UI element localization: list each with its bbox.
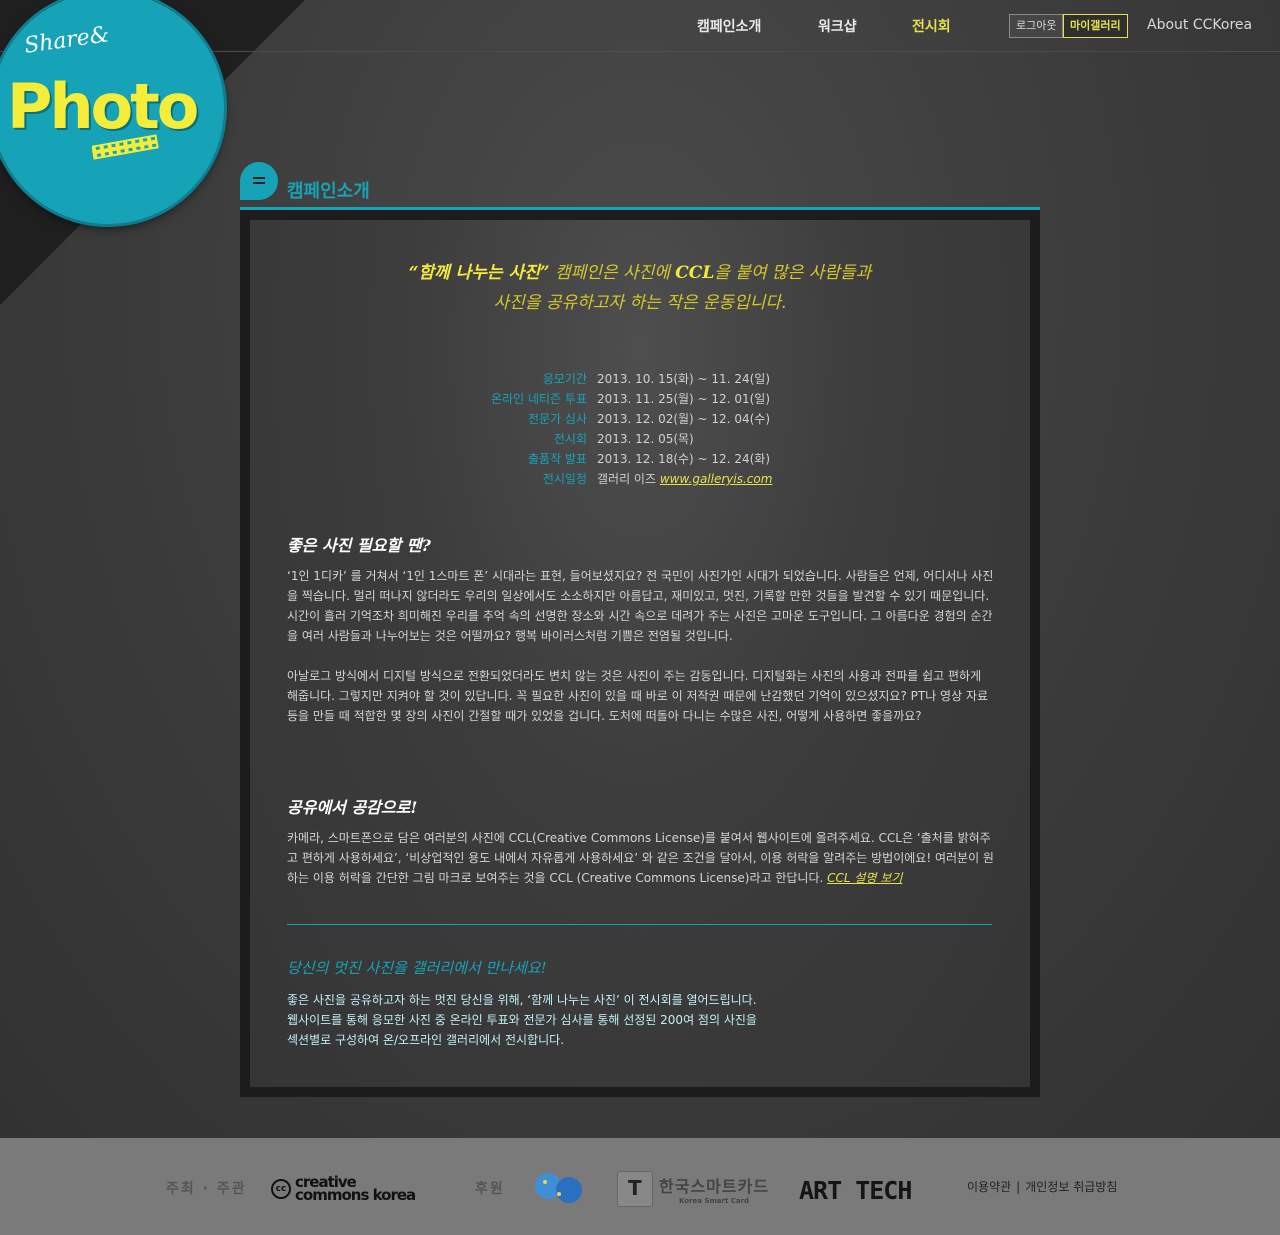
section3-line: 좋은 사진을 공유하고자 하는 멋진 당신을 위해, ‘함께 나누는 사진’ 이… — [287, 993, 757, 1007]
section-title: 캠페인소개 — [287, 181, 370, 202]
tmoney-name: 한국스마트카드 — [659, 1177, 770, 1196]
arttech-logo[interactable]: ART TECH — [799, 1176, 912, 1205]
section3-title: 당신의 멋진 사진을 갤러리에서 만나세요! — [287, 959, 547, 977]
schedule-row: 응모기간 2013. 10. 15(화) ~ 11. 24(일) — [250, 370, 1030, 390]
schedule-row: 전문가 심사 2013. 12. 02(월) ~ 12. 04(수) — [250, 410, 1030, 430]
schedule-label: 전시일정 — [542, 472, 587, 486]
schedule-value: 2013. 10. 15(화) ~ 11. 24(일) — [597, 372, 770, 386]
nav-campaign[interactable]: 캠페인소개 — [697, 16, 761, 36]
section3-line: 섹션별로 구성하여 온/오프라인 갤러리에서 전시합니다. — [287, 1033, 565, 1047]
seoul-sponsor-logo-icon[interactable] — [531, 1172, 586, 1204]
schedule-value: 2013. 12. 18(수) ~ 12. 24(화) — [597, 452, 770, 466]
schedule-value: 2013. 11. 25(월) ~ 12. 01(일) — [597, 392, 770, 406]
section2-title: 공유에서 공감으로! — [287, 798, 418, 817]
logo-share-text: Share& — [22, 22, 111, 59]
content-frame: “함께 나누는 사진” 캠페인은 사진에 CCL을 붙여 많은 사람들과 사진을… — [240, 210, 1040, 1097]
my-gallery-button[interactable]: 마이갤러리 — [1063, 14, 1128, 38]
content-divider — [287, 924, 992, 925]
section3-line: 웹사이트를 통해 응모한 사진 중 온라인 투표와 전문가 심사를 통해 선정된… — [287, 1013, 757, 1027]
film-strip-icon — [92, 134, 159, 160]
cc-icon: cc — [271, 1179, 291, 1199]
speech-bubble-icon — [240, 162, 278, 200]
schedule-value: 2013. 12. 02(월) ~ 12. 04(수) — [597, 412, 770, 426]
nav-workshop[interactable]: 워크샵 — [818, 16, 857, 36]
slogan-highlight: “함께 나누는 사진” — [408, 263, 550, 283]
footer-links: 이용약관 | 개인정보 취급방침 — [967, 1178, 1117, 1195]
cc-logo-line-2: commons korea — [295, 1186, 416, 1204]
schedule-info: 응모기간 2013. 10. 15(화) ~ 11. 24(일) 온라인 네티즌… — [250, 370, 1030, 490]
schedule-label: 전문가 심사 — [527, 412, 587, 426]
ccl-info-link[interactable]: CCL 설명 보기 — [827, 871, 902, 885]
schedule-row: 전시일정 갤러리 이즈 www.galleryis.com — [250, 470, 1030, 490]
schedule-row: 온라인 네티즌 투표 2013. 11. 25(월) ~ 12. 01(일) — [250, 390, 1030, 410]
host-label: 주최 · 주관 — [166, 1181, 247, 1197]
schedule-label: 전시회 — [553, 432, 587, 446]
section1-paragraph-2: 아날로그 방식에서 디지털 방식으로 전환되었더라도 변치 않는 것은 사진이 … — [287, 669, 989, 723]
creative-commons-korea-logo[interactable]: cc creative commons korea — [271, 1175, 416, 1204]
link-separator: | — [1016, 1180, 1021, 1194]
tmoney-subtitle: Korea Smart Card — [678, 1197, 750, 1205]
schedule-row: 출품작 발표 2013. 12. 18(수) ~ 12. 24(화) — [250, 450, 1030, 470]
section1-title: 좋은 사진 필요할 땐? — [287, 536, 431, 555]
schedule-value: 2013. 12. 05(목) — [597, 432, 694, 446]
nav-exhibition[interactable]: 전시회 — [912, 16, 951, 36]
schedule-value: 갤러리 이즈 www.galleryis.com — [597, 470, 772, 487]
section2-paragraph: 카메라, 스마트폰으로 담은 여러분의 사진에 CCL(Creative Com… — [287, 828, 995, 888]
privacy-link[interactable]: 개인정보 취급방침 — [1025, 1180, 1117, 1194]
schedule-label: 출품작 발표 — [527, 452, 587, 466]
about-link[interactable]: About CCKorea — [1147, 17, 1252, 33]
slogan-line-2: 사진을 공유하고자 하는 작은 운동입니다. — [493, 293, 787, 313]
content-panel: “함께 나누는 사진” 캠페인은 사진에 CCL을 붙여 많은 사람들과 사진을… — [250, 220, 1030, 1087]
tmoney-sponsor-logo[interactable]: 한국스마트카드Korea Smart Card — [617, 1171, 769, 1207]
cc-logo-text: creative commons korea — [295, 1175, 416, 1204]
slogan-line-1: “함께 나누는 사진” 캠페인은 사진에 CCL을 붙여 많은 사람들과 — [290, 258, 990, 288]
section1-paragraph-1: ‘1인 1디카’ 를 거쳐서 ‘1인 1스마트 폰’ 시대라는 표현, 들어보셨… — [287, 569, 994, 643]
tmoney-logo-text: 한국스마트카드 Korea Smart Card — [659, 1173, 769, 1205]
logout-button[interactable]: 로그아웃 — [1009, 14, 1064, 38]
campaign-slogan: “함께 나누는 사진” 캠페인은 사진에 CCL을 붙여 많은 사람들과 사진을… — [290, 258, 990, 318]
sponsor-label: 후원 — [475, 1181, 505, 1197]
gallery-name: 갤러리 이즈 — [597, 472, 660, 486]
footer: 주최 · 주관 cc creativecommons korea 후원 한국스마… — [0, 1138, 1280, 1235]
tmoney-icon — [617, 1171, 653, 1207]
section3-paragraph: 좋은 사진을 공유하고자 하는 멋진 당신을 위해, ‘함께 나누는 사진’ 이… — [287, 990, 995, 1050]
slogan-text-end: 을 붙여 많은 사람들과 — [714, 263, 872, 283]
schedule-label: 응모기간 — [542, 372, 587, 386]
schedule-row: 전시회 2013. 12. 05(목) — [250, 430, 1030, 450]
schedule-label: 온라인 네티즌 투표 — [491, 392, 587, 406]
slogan-text: 캠페인은 사진에 — [549, 263, 676, 283]
terms-link[interactable]: 이용약관 — [967, 1180, 1011, 1194]
section-header: 캠페인소개 — [240, 160, 1040, 210]
gallery-website-link[interactable]: www.galleryis.com — [660, 472, 773, 486]
slogan-ccl: CCL — [675, 263, 715, 283]
